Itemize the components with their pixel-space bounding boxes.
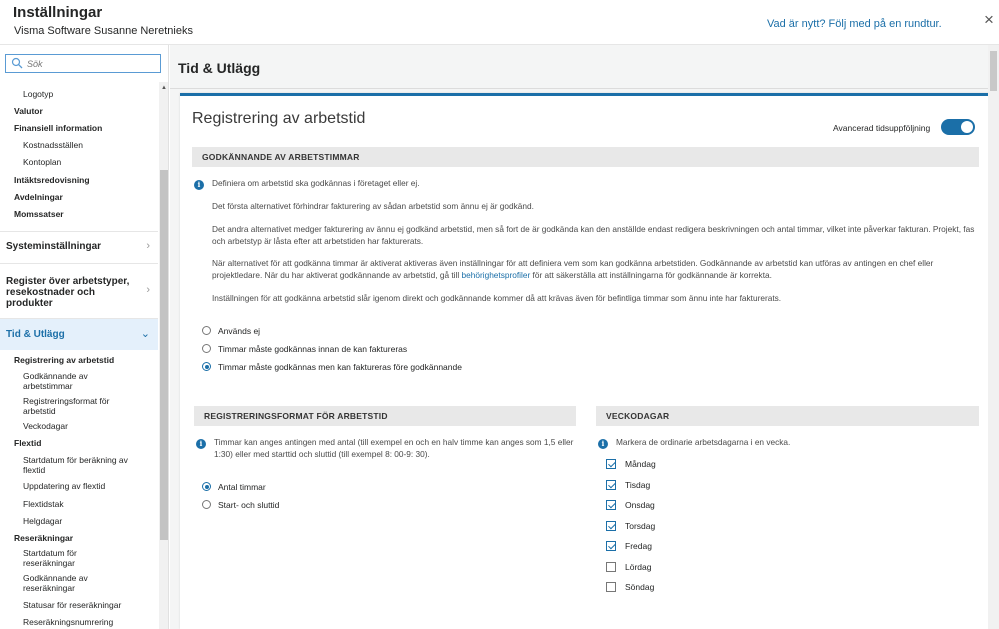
radio-label[interactable]: Timmar måste godkännas innan de kan fakt…: [218, 344, 407, 354]
sidebar-item-flextid[interactable]: Flextid: [14, 438, 41, 448]
radio-label[interactable]: Används ej: [218, 326, 260, 336]
sidebar-item-reserakningar[interactable]: Reseräkningar: [14, 533, 73, 543]
whats-new-link[interactable]: Vad är nytt? Följ med på en rundtur.: [767, 18, 942, 30]
scrollbar-thumb[interactable]: [990, 51, 997, 91]
toggle-label: Avancerad tidsuppföljning: [833, 123, 931, 133]
main-content: Tid & Utlägg Registrering av arbetstid A…: [170, 45, 999, 629]
checkbox-wednesday[interactable]: [606, 500, 616, 510]
checkbox-label[interactable]: Fredag: [625, 541, 652, 551]
text: för att säkerställa att inställningarna …: [530, 269, 772, 280]
sidebar-item-godkannande-av-arbetstimmar[interactable]: Godkännande av arbetstimmar: [23, 371, 123, 391]
sidebar-item-kostnadsstallen[interactable]: Kostnadsställen: [23, 140, 83, 150]
app-header: Inställningar Visma Software Susanne Ner…: [0, 0, 999, 45]
card-title: Registrering av arbetstid: [192, 110, 366, 127]
radio-label[interactable]: Timmar måste godkännas men kan fakturera…: [218, 362, 462, 372]
checkbox-label[interactable]: Lördag: [625, 562, 651, 572]
sidebar-item-statusar-reserakningar[interactable]: Statusar för reseräkningar: [23, 600, 121, 610]
sidebar-item-logotyp[interactable]: Logotyp: [23, 89, 53, 99]
radio-label[interactable]: Start- och sluttid: [218, 500, 279, 510]
toggle-knob: [961, 121, 973, 133]
approval-section-header: Godkännande av arbetstimmar: [192, 147, 979, 167]
chevron-right-icon: ›: [146, 240, 150, 252]
radio-start-end-time[interactable]: [202, 500, 211, 509]
sidebar-item-veckodagar[interactable]: Veckodagar: [23, 421, 68, 431]
search-box[interactable]: [5, 54, 161, 73]
approval-paragraph: Inställningen för att godkänna arbetstid…: [212, 293, 782, 303]
sidebar-scrollbar[interactable]: ▲: [159, 82, 168, 629]
format-section-header: Registreringsformat för arbetstid: [194, 406, 576, 426]
sidebar-item-startdatum-reserakningar[interactable]: Startdatum för reseräkningar: [23, 548, 113, 568]
radio-not-used[interactable]: [202, 326, 211, 335]
sidebar-item-reserakningsnumrering[interactable]: Reseräkningsnumrering: [23, 617, 113, 627]
sidebar-item-uppdatering-av-flextid[interactable]: Uppdatering av flextid: [23, 481, 105, 491]
checkbox-thursday[interactable]: [606, 521, 616, 531]
checkbox-label[interactable]: Söndag: [625, 582, 654, 592]
section-title: Tid & Utlägg: [178, 60, 261, 76]
section-label: Tid & Utlägg: [6, 329, 65, 340]
company-name: Visma Software Susanne Neretnieks: [14, 25, 193, 37]
checkbox-tuesday[interactable]: [606, 480, 616, 490]
checkbox-friday[interactable]: [606, 541, 616, 551]
info-icon: i: [194, 180, 204, 190]
sidebar-item-registrering-av-arbetstid[interactable]: Registrering av arbetstid: [14, 355, 114, 365]
weekdays-info-text: Markera de ordinarie arbetsdagarna i en …: [616, 437, 791, 447]
scrollbar-thumb[interactable]: [160, 170, 168, 540]
radio-number-of-hours[interactable]: [202, 482, 211, 491]
checkbox-sunday[interactable]: [606, 582, 616, 592]
sidebar-item-finansiell-information[interactable]: Finansiell information: [14, 123, 102, 133]
sidebar-item-startdatum-flextid[interactable]: Startdatum för beräkning av flextid: [23, 455, 143, 475]
main-scrollbar[interactable]: [988, 45, 999, 629]
sidebar-item-helgdagar[interactable]: Helgdagar: [23, 516, 62, 526]
section-label: Systeminställningar: [6, 241, 102, 252]
checkbox-saturday[interactable]: [606, 562, 616, 572]
sidebar-section-systeminstallningar[interactable]: Systeminställningar ›: [0, 231, 158, 263]
radio-approve-before-invoicing[interactable]: [202, 344, 211, 353]
radio-approve-can-invoice[interactable]: [202, 362, 211, 371]
settings-card: Registrering av arbetstid Avancerad tids…: [180, 93, 990, 629]
sidebar-item-avdelningar[interactable]: Avdelningar: [14, 192, 63, 202]
weekdays-section-header: Veckodagar: [596, 406, 979, 426]
search-icon: [11, 57, 23, 69]
sidebar-section-register[interactable]: Register över arbetstyper, resekostnader…: [0, 263, 158, 318]
sidebar-item-flextidstak[interactable]: Flextidstak: [23, 499, 64, 509]
divider: [170, 88, 999, 89]
settings-sidebar: ▲ Logotyp Valutor Finansiell information…: [0, 45, 169, 629]
approval-paragraph: Det andra alternativet medger fakturerin…: [212, 224, 975, 246]
checkbox-label[interactable]: Onsdag: [625, 500, 655, 510]
info-icon: i: [598, 439, 608, 449]
info-icon: i: [196, 439, 206, 449]
section-label: Register över arbetstyper, resekostnader…: [6, 276, 130, 309]
approval-paragraph: När alternativet för att godkänna timmar…: [212, 258, 982, 281]
checkbox-label[interactable]: Torsdag: [625, 521, 655, 531]
sidebar-item-momssatser[interactable]: Momssatser: [14, 209, 64, 219]
approval-paragraph: Det första alternativet förhindrar faktu…: [212, 201, 534, 211]
sidebar-item-intaktsredovisning[interactable]: Intäktsredovisning: [14, 175, 90, 185]
sidebar-item-godkannande-reserakningar[interactable]: Godkännande av reseräkningar: [23, 573, 113, 593]
checkbox-monday[interactable]: [606, 459, 616, 469]
sidebar-item-registreringsformat[interactable]: Registreringsformat för arbetstid: [23, 396, 133, 416]
checkbox-label[interactable]: Tisdag: [625, 480, 650, 490]
checkbox-label[interactable]: Måndag: [625, 459, 656, 469]
scroll-up-icon[interactable]: ▲: [161, 85, 167, 91]
sidebar-item-valutor[interactable]: Valutor: [14, 106, 43, 116]
approval-info-text: Definiera om arbetstid ska godkännas i f…: [212, 178, 420, 188]
chevron-right-icon: ›: [146, 284, 150, 296]
radio-label[interactable]: Antal timmar: [218, 482, 266, 492]
permission-profiles-link[interactable]: behörighetsprofiler: [462, 270, 531, 280]
page-title: Inställningar: [13, 4, 103, 21]
search-input[interactable]: [27, 56, 157, 71]
sidebar-section-tid-utlagg[interactable]: Tid & Utlägg ⌄: [0, 318, 158, 350]
advanced-time-tracking-toggle[interactable]: [941, 119, 975, 135]
format-info-text: Timmar kan anges antingen med antal (til…: [214, 437, 574, 459]
close-icon[interactable]: ×: [984, 10, 999, 30]
chevron-down-icon: ⌄: [140, 328, 150, 340]
sidebar-item-kontoplan[interactable]: Kontoplan: [23, 157, 61, 167]
